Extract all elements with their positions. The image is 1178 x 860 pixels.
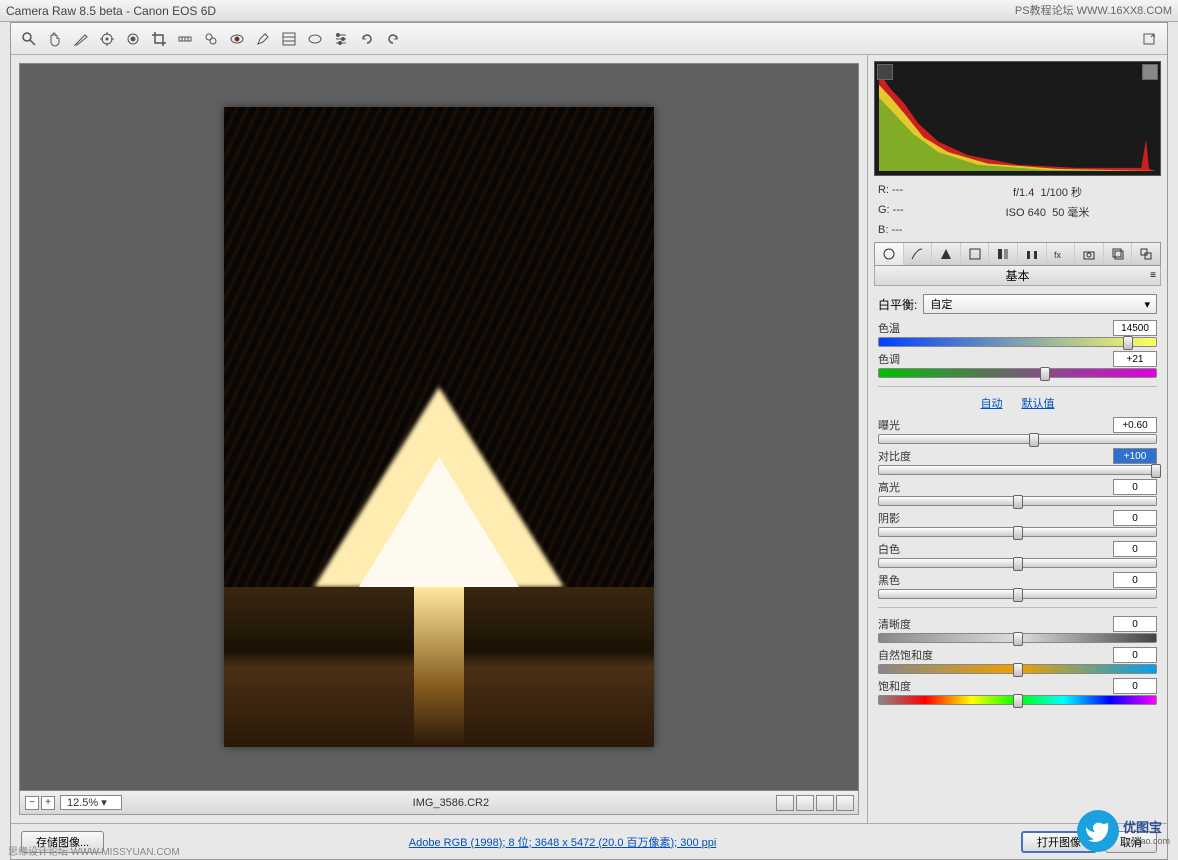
auto-link[interactable]: 自动 [980,398,1002,410]
white-balance-tool-icon[interactable] [71,29,91,49]
right-panel: R: ---f/1.4 1/100 秒 G: ---ISO 640 50 毫米 … [867,55,1167,823]
temp-input[interactable] [1113,320,1157,336]
slider-shadows: 阴影 [878,510,1157,537]
vibrance-input[interactable] [1113,647,1157,663]
exposure-input[interactable] [1113,417,1157,433]
default-link[interactable]: 默认值 [1022,398,1055,410]
bottom-bar: 存储图像... Adobe RGB (1998); 8 位; 3648 x 54… [11,823,1167,859]
watermark-logo: 优图宝utobao.com [1077,810,1170,852]
zoom-out-button[interactable]: − [25,796,39,810]
meta-b: B: --- [868,222,1167,238]
panel-tabs: fx [874,242,1161,266]
straighten-tool-icon[interactable] [175,29,195,49]
panel-body: 白平衡: 自定▾ 色温 色调 自动 默认值 曝光 [868,286,1167,823]
tab-snapshot[interactable] [1132,243,1160,265]
panel-menu-icon[interactable]: ≡ [1150,270,1156,281]
tint-thumb[interactable] [1040,367,1050,381]
auto-default-links: 自动 默认值 [878,395,1157,411]
hand-tool-icon[interactable] [45,29,65,49]
grid-icon[interactable] [796,795,814,811]
rotate-cw-icon[interactable] [383,29,403,49]
contrast-input[interactable] [1113,448,1157,464]
slider-highlights: 高光 [878,479,1157,506]
blacks-input[interactable] [1113,572,1157,588]
slider-clarity: 清晰度 [878,616,1157,643]
tab-split[interactable] [989,243,1017,265]
grad-filter-icon[interactable] [279,29,299,49]
mark-delete-icon[interactable] [1139,29,1159,49]
titlebar: Camera Raw 8.5 beta - Canon EOS 6D [0,0,1178,22]
slider-temp: 色温 [878,320,1157,347]
histogram [874,61,1161,176]
clarity-input[interactable] [1113,616,1157,632]
tab-lens[interactable] [1018,243,1046,265]
filter-icon[interactable] [776,795,794,811]
tab-basic[interactable] [875,243,903,265]
highlight-clip-icon[interactable] [1142,64,1158,80]
redeye-tool-icon[interactable] [227,29,247,49]
crop-tool-icon[interactable] [149,29,169,49]
saturation-input[interactable] [1113,678,1157,694]
footer-credit: 思缘设计论坛 WWW.MISSYUAN.COM [8,843,180,858]
meta-g: G: ---ISO 640 50 毫米 [868,202,1167,222]
color-sampler-icon[interactable] [97,29,117,49]
slider-whites: 白色 [878,541,1157,568]
tab-camera[interactable] [1075,243,1103,265]
tab-presets[interactable] [1104,243,1132,265]
tab-fx[interactable]: fx [1047,243,1075,265]
adjust-brush-icon[interactable] [253,29,273,49]
slider-contrast: 对比度 [878,448,1157,475]
wb-dropdown[interactable]: 自定▾ [923,294,1157,314]
slider-saturation: 饱和度 [878,678,1157,705]
panel-title: 基本 ≡ [874,266,1161,286]
tab-detail[interactable] [932,243,960,265]
slider-vibrance: 自然饱和度 [878,647,1157,674]
prefs-icon[interactable] [331,29,351,49]
meta-r: R: ---f/1.4 1/100 秒 [868,182,1167,202]
tab-curve[interactable] [904,243,932,265]
slider-blacks: 黑色 [878,572,1157,599]
slider-exposure: 曝光 [878,417,1157,444]
target-adjust-icon[interactable] [123,29,143,49]
radial-filter-icon[interactable] [305,29,325,49]
wb-label: 白平衡: [878,296,917,313]
tint-track[interactable] [878,368,1157,378]
svg-text:fx: fx [1054,250,1062,260]
preview-area: − + 12.5% ▾ IMG_3586.CR2 [11,55,867,823]
watermark-top: PS教程论坛 WWW.16XX8.COM [1015,2,1172,18]
toolbar [11,23,1167,55]
zoom-select[interactable]: 12.5% ▾ [60,795,122,810]
highlights-input[interactable] [1113,479,1157,495]
tab-hsl[interactable] [961,243,989,265]
filename: IMG_3586.CR2 [126,797,776,809]
shadows-input[interactable] [1113,510,1157,526]
tint-input[interactable] [1113,351,1157,367]
temp-thumb[interactable] [1123,336,1133,350]
app-window: − + 12.5% ▾ IMG_3586.CR2 [10,22,1168,860]
temp-track[interactable] [878,337,1157,347]
slider-tint: 色调 [878,351,1157,378]
zoom-in-button[interactable]: + [41,796,55,810]
image-preview[interactable] [19,63,859,791]
window-title: Camera Raw 8.5 beta - Canon EOS 6D [6,4,216,18]
photo-content [224,107,654,747]
rotate-ccw-icon[interactable] [357,29,377,49]
whites-input[interactable] [1113,541,1157,557]
compare-icon[interactable] [816,795,834,811]
spot-removal-icon[interactable] [201,29,221,49]
zoom-tool-icon[interactable] [19,29,39,49]
preview-footer: − + 12.5% ▾ IMG_3586.CR2 [19,791,859,815]
workflow-link[interactable]: Adobe RGB (1998); 8 位; 3648 x 5472 (20.0… [112,834,1013,850]
menu-icon[interactable] [836,795,854,811]
shadow-clip-icon[interactable] [877,64,893,80]
